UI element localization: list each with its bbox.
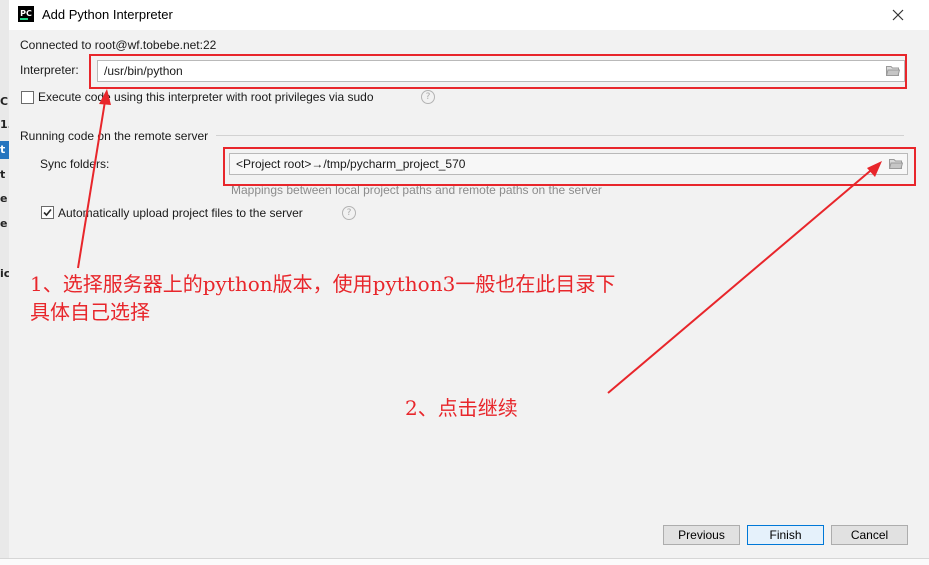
sudo-checkbox[interactable] — [21, 91, 34, 104]
help-icon[interactable]: ? — [421, 90, 435, 104]
close-icon — [892, 9, 904, 21]
auto-upload-label: Automatically upload project files to th… — [58, 206, 303, 220]
sync-folders-label: Sync folders: — [40, 157, 110, 171]
cancel-button[interactable]: Cancel — [831, 525, 908, 545]
close-button[interactable] — [887, 4, 909, 26]
background-fragment: t — [0, 143, 6, 156]
folder-icon[interactable] — [889, 158, 903, 169]
background-fragment: e — [0, 192, 8, 205]
interpreter-label: Interpreter: — [20, 63, 79, 77]
sync-folders-field[interactable] — [229, 153, 908, 175]
sync-folders-hint: Mappings between local project paths and… — [231, 183, 602, 197]
annotation-note-1: 1、选择服务器上的python版本，使用python3一般也在此目录下 具体自己… — [30, 270, 615, 326]
title-bar: PC Add Python Interpreter — [9, 0, 929, 30]
finish-button[interactable]: Finish — [747, 525, 824, 545]
previous-button[interactable]: Previous — [663, 525, 740, 545]
annotation-note-1-line-2: 具体自己选择 — [30, 300, 150, 324]
background-fragment: e — [0, 217, 8, 230]
interpreter-field[interactable] — [97, 60, 905, 82]
sudo-label: Execute code using this interpreter with… — [38, 90, 374, 104]
section-title-remote: Running code on the remote server — [20, 129, 209, 143]
folder-icon[interactable] — [886, 65, 900, 76]
connection-status: Connected to root@wf.tobebe.net:22 — [20, 38, 217, 52]
sync-folders-input[interactable] — [230, 154, 907, 174]
interpreter-input[interactable] — [98, 61, 904, 81]
help-icon[interactable]: ? — [342, 206, 356, 220]
background-fragment: t — [0, 168, 6, 181]
pycharm-app-icon: PC — [18, 6, 34, 22]
annotation-note-2: 2、点击继续 — [405, 396, 518, 420]
auto-upload-checkbox[interactable] — [41, 206, 54, 219]
dialog-title: Add Python Interpreter — [42, 7, 173, 22]
section-divider — [216, 135, 904, 136]
checkmark-icon — [43, 208, 52, 217]
annotation-note-1-line-1: 1、选择服务器上的python版本，使用python3一般也在此目录下 — [30, 272, 616, 296]
background-fragment: C — [0, 95, 9, 108]
